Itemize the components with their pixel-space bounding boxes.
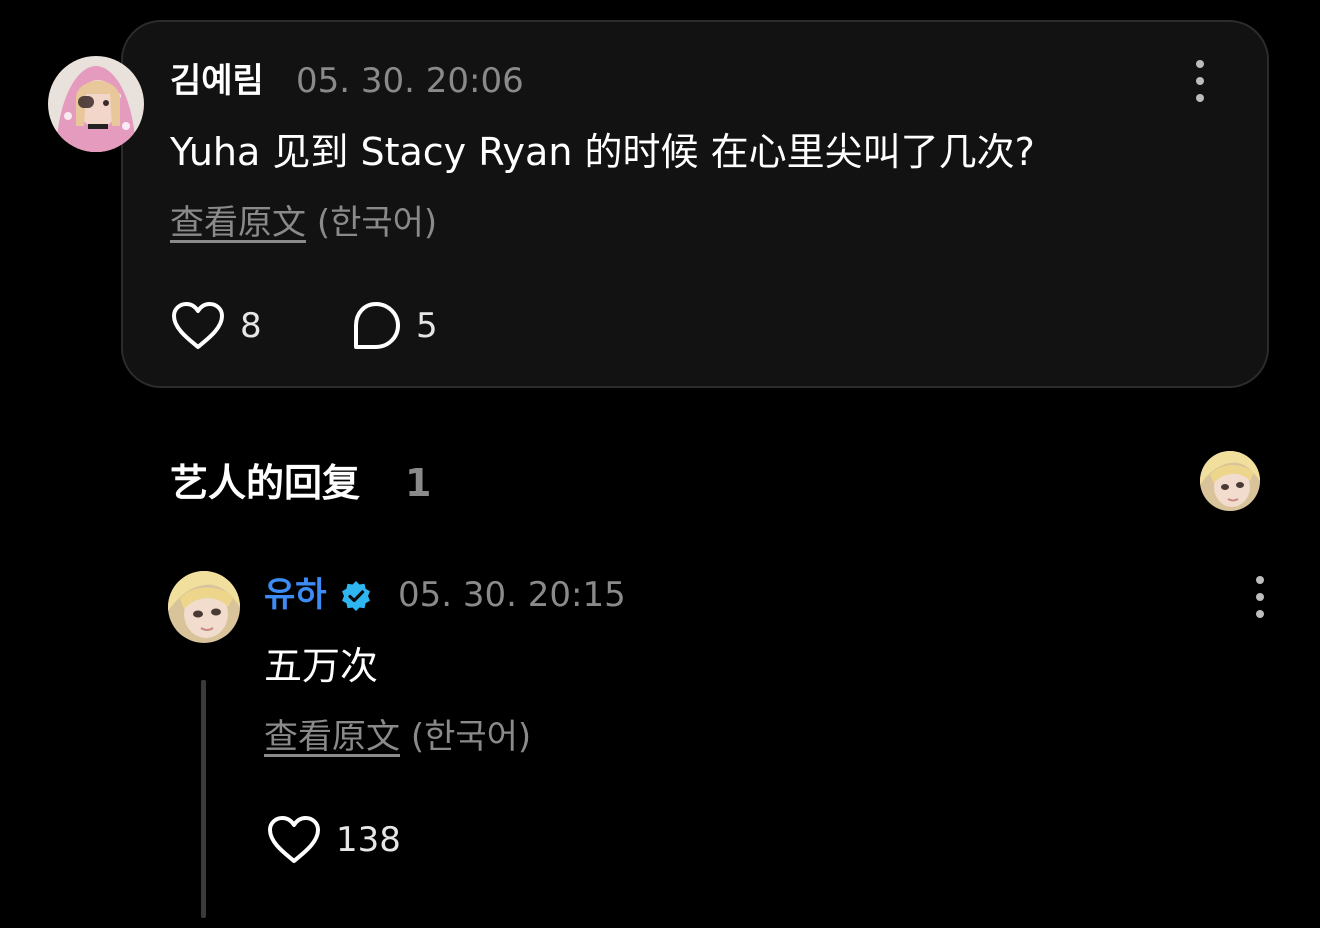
avatar-photo-icon <box>168 571 240 643</box>
heart-outline-icon <box>172 302 224 349</box>
view-original-link[interactable]: 查看原文 <box>170 203 306 243</box>
post-view-original[interactable]: 查看原文 (한국어) <box>170 200 437 246</box>
post-more-options-button[interactable] <box>1180 58 1220 104</box>
post-like-button[interactable]: 8 <box>170 298 262 354</box>
artist-replies-title: 艺人的回复 <box>170 461 361 505</box>
post-comment-button[interactable]: 5 <box>350 298 438 354</box>
comment-bubble-icon <box>354 302 400 349</box>
avatar-photo-icon <box>1200 451 1260 511</box>
artist-replies-avatar[interactable] <box>1200 451 1260 511</box>
view-original-link[interactable]: 查看原文 <box>264 717 400 757</box>
more-vertical-icon <box>1256 576 1264 618</box>
original-language-label: (한국어) <box>410 717 532 757</box>
post-author-name[interactable]: 김예림 <box>170 58 264 104</box>
comment-thread-screen: 김예림 05. 30. 20:06 Yuha 见到 Stacy Ryan 的时候… <box>0 0 1320 928</box>
post-timestamp: 05. 30. 20:06 <box>296 61 524 101</box>
post-text: Yuha 见到 Stacy Ryan 的时候 在心里尖叫了几次? <box>170 130 1035 174</box>
more-vertical-icon <box>1196 60 1204 102</box>
post-author-avatar[interactable] <box>48 56 144 152</box>
reply-author-name[interactable]: 유하 <box>264 572 327 618</box>
artist-replies-count: 1 <box>405 461 432 505</box>
reply-author-avatar[interactable] <box>168 571 240 643</box>
reply-text: 五万次 <box>264 644 379 688</box>
heart-outline-icon <box>268 816 320 863</box>
thread-connector-line <box>201 680 206 918</box>
verified-badge-icon <box>340 580 372 612</box>
post-comment-count: 5 <box>416 306 438 346</box>
original-language-label: (한국어) <box>316 203 438 243</box>
reply-like-count: 138 <box>336 820 401 860</box>
reply-timestamp: 05. 30. 20:15 <box>398 575 626 615</box>
avatar-photo-icon <box>48 56 144 152</box>
reply-like-button[interactable]: 138 <box>266 812 401 868</box>
reply-view-original[interactable]: 查看原文 (한국어) <box>264 714 531 760</box>
post-like-count: 8 <box>240 306 262 346</box>
reply-more-options-button[interactable] <box>1240 574 1280 620</box>
